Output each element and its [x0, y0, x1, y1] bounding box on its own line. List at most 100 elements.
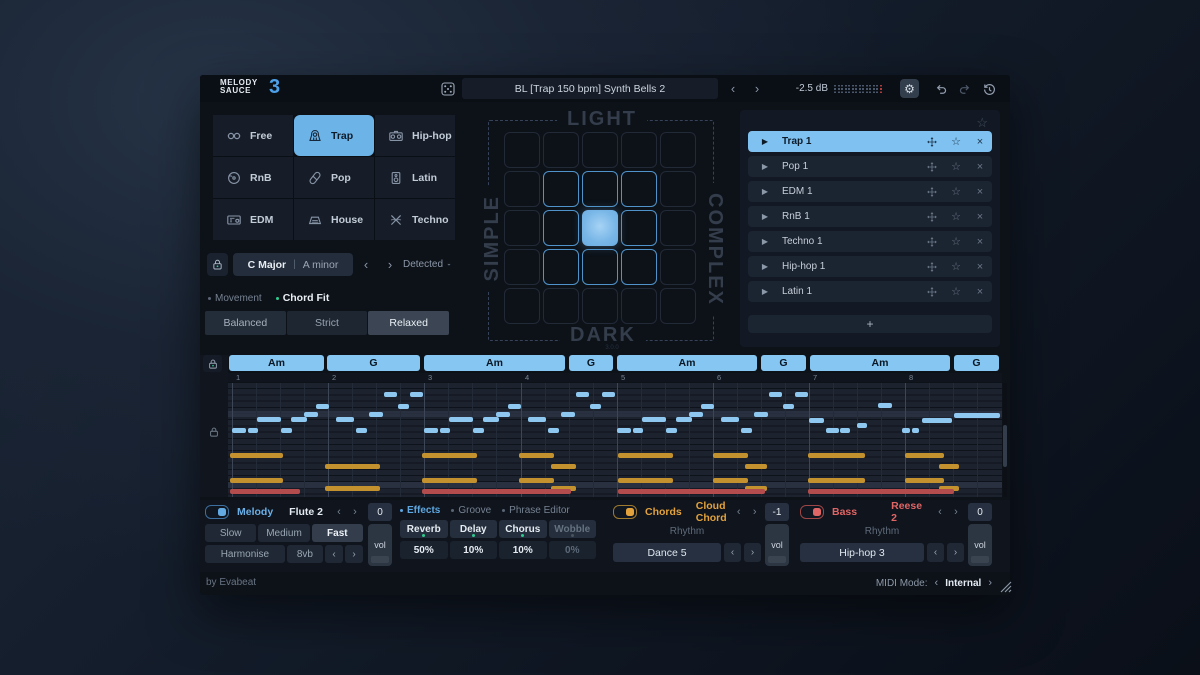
play-icon[interactable]: ▶	[748, 187, 782, 196]
pattern-row-rnb-1[interactable]: ▶RnB 1☆×	[748, 206, 992, 227]
genre-button-rnb[interactable]: RnB	[213, 157, 293, 198]
tab-effects[interactable]: Effects	[400, 505, 440, 516]
delete-x-icon[interactable]: ×	[968, 261, 992, 273]
chord-block-g[interactable]: G	[327, 355, 420, 371]
pattern-row-trap-1[interactable]: ▶Trap 1☆×	[748, 131, 992, 152]
fx-value-wobble[interactable]: 0%	[549, 541, 597, 559]
midi-mode-value[interactable]: Internal	[945, 578, 981, 589]
drag-move-icon[interactable]	[920, 211, 944, 223]
xy-cell-r3c2[interactable]	[582, 249, 618, 285]
tab-phrase-editor[interactable]: Phrase Editor	[502, 505, 570, 516]
drag-move-icon[interactable]	[920, 186, 944, 198]
chord-block-g[interactable]: G	[761, 355, 806, 371]
xy-cell-r2c0[interactable]	[504, 210, 540, 246]
drag-move-icon[interactable]	[920, 136, 944, 148]
xy-cell-r3c4[interactable]	[660, 249, 696, 285]
chord-block-am[interactable]: Am	[229, 355, 324, 371]
play-icon[interactable]: ▶	[748, 287, 782, 296]
bass-volume-slider[interactable]: vol	[968, 524, 992, 566]
fx-value-delay[interactable]: 10%	[450, 541, 498, 559]
melody-patch-prev[interactable]: ‹	[331, 506, 347, 518]
favorite-star-icon[interactable]: ☆	[944, 260, 968, 273]
favorite-star-icon[interactable]: ☆	[944, 235, 968, 248]
chord-track-lock-icon[interactable]	[203, 355, 222, 372]
key-prev-button[interactable]: ‹	[357, 253, 375, 276]
delete-x-icon[interactable]: ×	[968, 286, 992, 298]
chords-patch-name[interactable]: Cloud Chord	[696, 500, 727, 524]
xy-cell-r2c1[interactable]	[543, 210, 579, 246]
speed-button-medium[interactable]: Medium	[258, 524, 309, 542]
chords-toggle[interactable]	[613, 505, 637, 519]
genre-button-trap[interactable]: Trap	[294, 115, 374, 156]
octave-next[interactable]: ›	[345, 545, 363, 563]
bass-rhythm-prev[interactable]: ‹	[927, 543, 944, 562]
melody-toggle[interactable]	[205, 505, 229, 519]
play-icon[interactable]: ▶	[748, 212, 782, 221]
delete-x-icon[interactable]: ×	[968, 161, 992, 173]
mode-button-relaxed[interactable]: Relaxed	[368, 311, 449, 335]
delete-x-icon[interactable]: ×	[968, 136, 992, 148]
chords-rhythm-select[interactable]: Dance 5	[613, 543, 721, 562]
resize-grip[interactable]	[998, 579, 1012, 598]
favorite-star-icon[interactable]: ☆	[944, 135, 968, 148]
pattern-row-edm-1[interactable]: ▶EDM 1☆×	[748, 181, 992, 202]
drag-move-icon[interactable]	[920, 286, 944, 298]
xy-cell-r4c2[interactable]	[582, 288, 618, 324]
chords-rhythm-next[interactable]: ›	[744, 543, 761, 562]
history-clock-icon[interactable]	[981, 81, 997, 97]
drag-move-icon[interactable]	[920, 261, 944, 273]
xy-cell-r0c1[interactable]	[543, 132, 579, 168]
chords-patch-prev[interactable]: ‹	[731, 506, 747, 518]
bass-patch-prev[interactable]: ‹	[932, 506, 948, 518]
key-detect-dropdown[interactable]: Detected	[403, 253, 451, 276]
chord-block-g[interactable]: G	[569, 355, 613, 371]
xy-cell-r0c4[interactable]	[660, 132, 696, 168]
xy-cell-r3c3[interactable]	[621, 249, 657, 285]
harmonise-button[interactable]: Harmonise	[205, 545, 285, 563]
play-icon[interactable]: ▶	[748, 237, 782, 246]
play-icon[interactable]: ▶	[748, 137, 782, 146]
key-next-button[interactable]: ›	[381, 253, 399, 276]
xy-cell-r4c1[interactable]	[543, 288, 579, 324]
xy-cell-r4c0[interactable]	[504, 288, 540, 324]
pattern-row-hip-hop-1[interactable]: ▶Hip-hop 1☆×	[748, 256, 992, 277]
chords-rhythm-prev[interactable]: ‹	[724, 543, 741, 562]
favorite-star-icon[interactable]: ☆	[944, 185, 968, 198]
piano-roll-lock-icon[interactable]	[205, 423, 223, 441]
tab-chord-fit[interactable]: Chord Fit	[276, 291, 330, 305]
preset-next-button[interactable]: ›	[748, 78, 766, 99]
xy-cell-r1c2[interactable]	[582, 171, 618, 207]
delete-x-icon[interactable]: ×	[968, 211, 992, 223]
bass-toggle[interactable]	[800, 505, 824, 519]
genre-button-free[interactable]: Free	[213, 115, 293, 156]
bass-rhythm-next[interactable]: ›	[947, 543, 964, 562]
genre-button-house[interactable]: House	[294, 199, 374, 240]
genre-button-hip-hop[interactable]: Hip-hop	[375, 115, 455, 156]
chords-patch-next[interactable]: ›	[747, 506, 763, 518]
favorite-star-icon[interactable]: ☆	[944, 160, 968, 173]
add-pattern-button[interactable]: +	[748, 315, 992, 333]
preset-name-display[interactable]: BL [Trap 150 bpm] Synth Bells 2	[462, 78, 718, 99]
fx-value-reverb[interactable]: 50%	[400, 541, 448, 559]
midi-mode-prev[interactable]: ‹	[935, 577, 939, 589]
randomize-dice-icon[interactable]	[440, 80, 457, 97]
bass-rhythm-select[interactable]: Hip-hop 3	[800, 543, 924, 562]
melody-volume-slider[interactable]: vol	[368, 524, 392, 566]
xy-cell-r2c4[interactable]	[660, 210, 696, 246]
xy-cell-r0c2[interactable]	[582, 132, 618, 168]
undo-icon[interactable]	[933, 81, 949, 97]
xy-cell-r1c1[interactable]	[543, 171, 579, 207]
mode-button-strict[interactable]: Strict	[287, 311, 368, 335]
play-icon[interactable]: ▶	[748, 162, 782, 171]
fx-button-reverb[interactable]: Reverb	[400, 520, 448, 538]
piano-roll[interactable]	[228, 383, 1002, 497]
roll-scrollbar-thumb[interactable]	[1003, 425, 1007, 467]
octave-prev[interactable]: ‹	[325, 545, 343, 563]
favorite-star-icon[interactable]: ☆	[944, 285, 968, 298]
bass-transpose-value[interactable]: 0	[968, 503, 992, 521]
drag-move-icon[interactable]	[920, 161, 944, 173]
xy-cell-r1c0[interactable]	[504, 171, 540, 207]
xy-cell-r3c1[interactable]	[543, 249, 579, 285]
delete-x-icon[interactable]: ×	[968, 236, 992, 248]
speed-button-fast[interactable]: Fast	[312, 524, 363, 542]
